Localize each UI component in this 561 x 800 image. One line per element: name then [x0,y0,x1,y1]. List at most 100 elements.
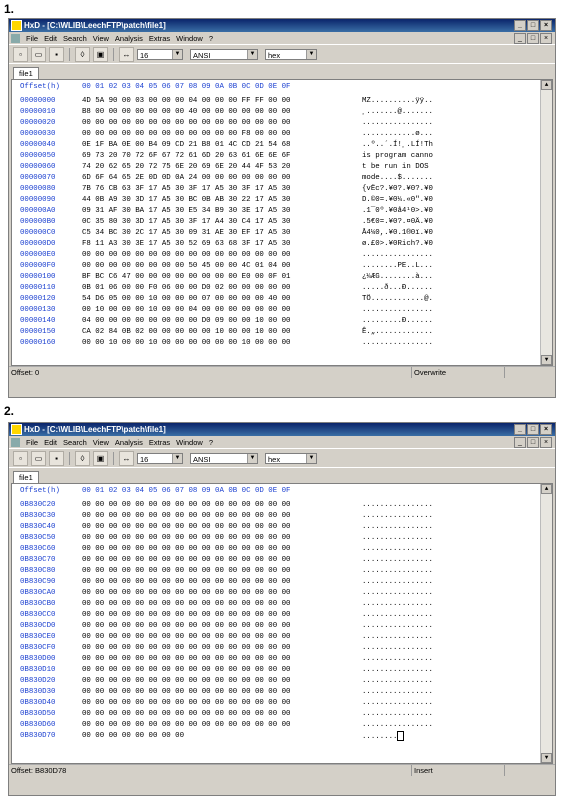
scroll-down-arrow[interactable]: ▼ [541,753,552,763]
row-ascii[interactable]: ................ [362,610,433,621]
row-ascii[interactable]: .5€0=.¥0?.¤0Ä.¥0 [362,217,433,228]
row-ascii[interactable]: .........Ð...... [362,316,433,327]
scroll-down-arrow[interactable]: ▼ [541,355,552,365]
menu-item-search[interactable]: Search [63,438,87,447]
row-hex-bytes[interactable]: 0E 1F BA 0E 00 B4 09 CD 21 B8 01 4C CD 2… [82,140,290,151]
row-hex-bytes[interactable]: 00 00 00 00 00 00 00 00 00 00 00 00 00 0… [82,709,290,720]
row-hex-bytes[interactable]: 00 00 00 00 00 00 00 00 00 00 00 00 00 0… [82,698,290,709]
scroll-up-arrow[interactable]: ▲ [541,484,552,494]
row-ascii[interactable]: ................ [362,250,433,261]
row-hex-bytes[interactable]: 00 00 00 00 00 00 00 00 00 00 00 00 00 0… [82,577,290,588]
menu-item-edit[interactable]: Edit [44,34,57,43]
open-disk-icon[interactable]: ◊ [75,450,90,466]
row-hex-bytes[interactable]: 00 00 00 00 00 00 00 00 00 00 00 00 00 0… [82,544,290,555]
row-hex-bytes[interactable]: C5 34 BC 30 2C 17 A5 30 09 31 AE 30 EF 1… [82,228,290,239]
open-ram-icon[interactable]: ▣ [93,46,108,62]
row-ascii[interactable]: ¸.......@....... [362,107,433,118]
menu-item-help[interactable]: ? [209,438,213,447]
row-hex-bytes[interactable]: 4D 5A 90 00 03 00 00 00 04 00 00 00 FF F… [82,96,290,107]
row-ascii[interactable]: {vËc?.¥0?.¥0?.¥0 [362,184,433,195]
row-ascii[interactable]: ................ [362,305,433,316]
row-hex-bytes[interactable]: 00 10 00 00 00 10 00 00 04 00 00 00 00 0… [82,305,290,316]
row-hex-bytes[interactable]: 74 20 62 65 20 72 75 6E 20 69 6E 20 44 4… [82,162,290,173]
close-button[interactable]: × [540,20,552,31]
row-ascii[interactable]: ................ [362,621,433,632]
row-ascii[interactable]: ................ [362,511,433,522]
row-hex-bytes[interactable]: 00 00 00 00 00 00 00 00 [82,731,184,742]
row-ascii[interactable]: ........PE..L... [362,261,433,272]
row-hex-bytes[interactable]: 00 00 00 00 00 00 00 00 00 00 00 00 00 0… [82,555,290,566]
row-ascii[interactable]: ................ [362,720,433,731]
menu-item-help[interactable]: ? [209,34,213,43]
menu-item-view[interactable]: View [93,438,109,447]
open-ram-icon[interactable]: ▣ [93,450,108,466]
row-ascii[interactable]: ................ [362,118,433,129]
row-hex-bytes[interactable]: 00 00 00 00 00 00 00 00 00 00 00 00 00 0… [82,610,290,621]
row-ascii[interactable]: D.©0=.¥0¼.«0".¥0 [362,195,433,206]
row-hex-bytes[interactable]: 00 00 10 00 00 10 00 00 00 00 00 00 10 0… [82,338,290,349]
menu-item-file[interactable]: File [26,34,38,43]
doc-restore-button[interactable]: □ [527,437,539,448]
charset-select[interactable]: ANSI ▼ [190,452,258,464]
new-file-icon[interactable]: ▫ [13,450,28,466]
doc-minimize-button[interactable]: _ [514,33,526,44]
row-ascii[interactable]: ................ [362,588,433,599]
row-hex-bytes[interactable]: CA 02 84 0B 02 00 00 00 00 00 10 00 00 1… [82,327,290,338]
row-hex-bytes[interactable]: 00 00 00 00 00 00 00 00 00 00 00 00 00 0… [82,250,290,261]
maximize-button[interactable]: □ [527,424,539,435]
row-ascii[interactable]: ................ [362,698,433,709]
hex-editor[interactable]: Offset(h) 00 01 02 03 04 05 06 07 08 09 0… [11,483,553,764]
display-mode-select[interactable]: hex ▼ [265,452,317,464]
minimize-button[interactable]: _ [514,20,526,31]
doc-close-button[interactable]: × [540,437,552,448]
minimize-button[interactable]: _ [514,424,526,435]
row-ascii[interactable]: t be run in DOS [362,162,433,173]
menu-item-analysis[interactable]: Analysis [115,438,143,447]
row-ascii[interactable]: ................ [362,500,433,511]
row-ascii[interactable]: ø.£0>.¥0Rich?.¥0 [362,239,433,250]
row-ascii[interactable]: ..º..´.Í!¸.LÍ!Th [362,140,433,151]
menu-item-view[interactable]: View [93,34,109,43]
tab-file1[interactable]: file1 [13,67,39,79]
menu-item-analysis[interactable]: Analysis [115,34,143,43]
row-hex-bytes[interactable]: 00 00 00 00 00 00 00 00 00 00 00 00 00 0… [82,676,290,687]
row-ascii[interactable]: .1¯0º.¥0å4¹0>.¥0 [362,206,433,217]
menu-item-file[interactable]: File [26,438,38,447]
open-folder-icon[interactable]: ▭ [31,450,46,466]
row-hex-bytes[interactable]: 00 00 00 00 00 00 00 00 00 00 00 00 F8 0… [82,129,290,140]
row-ascii[interactable]: ................ [362,522,433,533]
row-hex-bytes[interactable]: 00 00 00 00 00 00 00 00 50 45 00 00 4C 0… [82,261,290,272]
row-ascii[interactable]: ................ [362,687,433,698]
new-file-icon[interactable]: ▫ [13,46,28,62]
row-hex-bytes[interactable]: 0B 01 06 00 00 F0 06 00 00 D0 02 00 00 0… [82,283,290,294]
row-hex-bytes[interactable]: 54 D6 05 00 00 10 00 00 00 07 00 00 00 0… [82,294,290,305]
menu-item-edit[interactable]: Edit [44,438,57,447]
row-hex-bytes[interactable]: 04 00 00 00 00 00 00 00 00 D0 09 00 00 1… [82,316,290,327]
close-button[interactable]: × [540,424,552,435]
row-hex-bytes[interactable]: 00 00 00 00 00 00 00 00 00 00 00 00 00 0… [82,118,290,129]
doc-close-button[interactable]: × [540,33,552,44]
row-hex-bytes[interactable]: 00 00 00 00 00 00 00 00 00 00 00 00 00 0… [82,566,290,577]
maximize-button[interactable]: □ [527,20,539,31]
row-hex-bytes[interactable]: 00 00 00 00 00 00 00 00 00 00 00 00 00 0… [82,643,290,654]
row-ascii[interactable]: ................ [362,643,433,654]
row-ascii[interactable]: is program canno [362,151,433,162]
scroll-up-arrow[interactable]: ▲ [541,80,552,90]
doc-minimize-button[interactable]: _ [514,437,526,448]
row-hex-bytes[interactable]: B8 00 00 00 00 00 00 00 40 00 00 00 00 0… [82,107,290,118]
charset-select[interactable]: ANSI ▼ [190,48,258,60]
row-hex-bytes[interactable]: 69 73 20 70 72 6F 67 72 61 6D 20 63 61 6… [82,151,290,162]
row-hex-bytes[interactable]: 00 00 00 00 00 00 00 00 00 00 00 00 00 0… [82,511,290,522]
row-hex-bytes[interactable]: 00 00 00 00 00 00 00 00 00 00 00 00 00 0… [82,665,290,676]
menu-item-window[interactable]: Window [176,34,203,43]
menu-item-window[interactable]: Window [176,438,203,447]
menu-item-extras[interactable]: Extras [149,438,170,447]
save-icon[interactable]: ▪ [49,46,64,62]
row-ascii[interactable]: ........ [362,731,405,743]
display-mode-select[interactable]: hex ▼ [265,48,317,60]
row-ascii[interactable]: mode....$....... [362,173,433,184]
row-ascii[interactable]: ................ [362,676,433,687]
row-hex-bytes[interactable]: 00 00 00 00 00 00 00 00 00 00 00 00 00 0… [82,654,290,665]
row-ascii[interactable]: ................ [362,544,433,555]
row-hex-bytes[interactable]: F8 11 A3 30 3E 17 A5 30 52 69 63 68 3F 1… [82,239,290,250]
